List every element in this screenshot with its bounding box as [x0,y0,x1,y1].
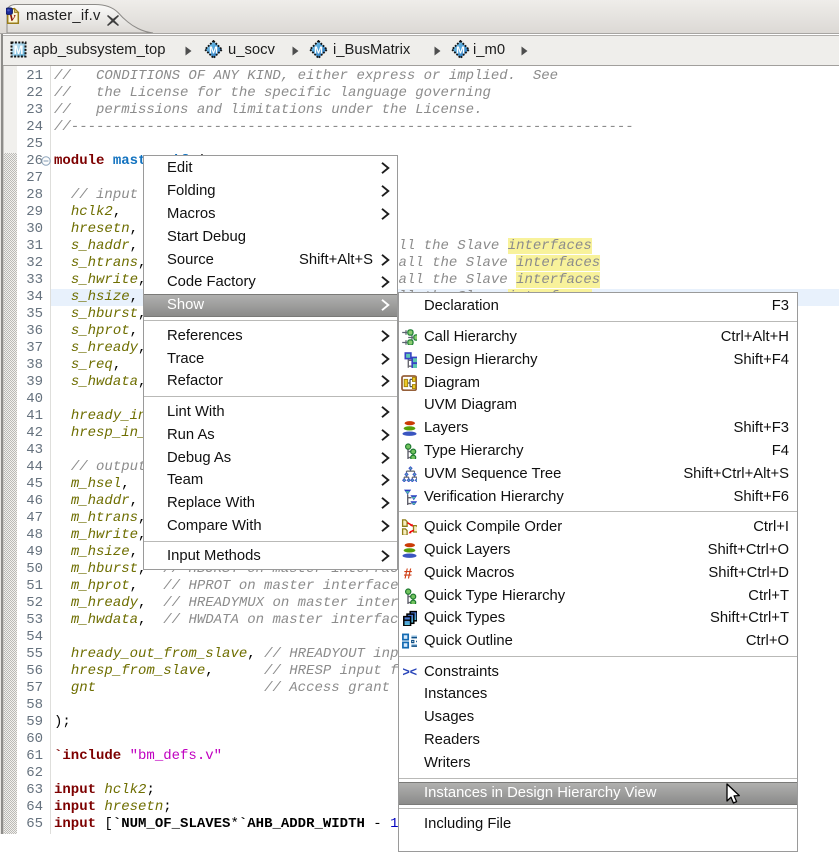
svg-text:#: # [404,565,413,580]
svg-text:M: M [314,44,323,56]
svg-text:M: M [14,45,24,57]
svg-text:M: M [209,44,218,56]
svg-text:><: >< [402,664,417,678]
svg-text:M: M [456,44,465,56]
